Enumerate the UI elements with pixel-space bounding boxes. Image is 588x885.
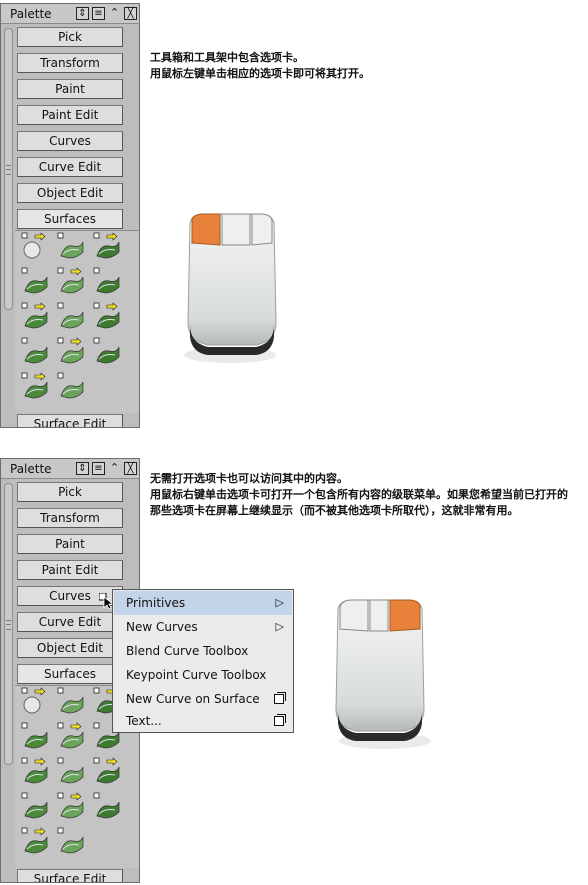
submenu-arrow-icon: ▷ — [275, 596, 284, 609]
instruction-line: 用鼠标左键单击相应的选项卡即可将其打开。 — [150, 67, 370, 80]
palette-scrollbar[interactable] — [4, 483, 13, 765]
loft-tool-icon[interactable] — [57, 232, 85, 260]
planar-tool-icon[interactable] — [93, 337, 121, 365]
collapse-icon[interactable]: ⌃ — [108, 462, 121, 475]
round-tool-icon[interactable] — [57, 372, 85, 400]
boundary-tool-icon[interactable] — [21, 302, 49, 330]
submenu-arrow-icon: ▷ — [275, 620, 284, 633]
draft-tool-icon[interactable] — [93, 302, 121, 330]
tab-curve-edit[interactable]: Curve Edit — [17, 612, 123, 632]
tab-object-edit[interactable]: Object Edit — [17, 183, 123, 203]
tab-curve-edit[interactable]: Curve Edit — [17, 157, 123, 177]
tab-paint-edit[interactable]: Paint Edit — [17, 560, 123, 580]
cascade-menu: Primitives ▷ New Curves ▷ Blend Curve Tool… — [112, 589, 294, 733]
collapse-icon[interactable]: ⌃ — [108, 7, 121, 20]
sphere-tool-icon[interactable] — [21, 687, 49, 715]
menu-item-keypoint-curve-toolbox[interactable]: Keypoint Curve Toolbox — [114, 663, 292, 687]
menu-item-new-curves[interactable]: New Curves ▷ — [114, 615, 292, 639]
palette-titlebar: Palette ⇕ ≡ ⌃ ╳ — [1, 4, 139, 24]
resize-icon[interactable]: ⇕ — [76, 462, 89, 475]
fillet-tool-icon[interactable] — [21, 792, 49, 820]
mouse-left-click-illustration — [172, 205, 282, 365]
list-icon[interactable]: ≡ — [92, 7, 105, 20]
close-icon[interactable]: ╳ — [124, 462, 137, 475]
tab-paint[interactable]: Paint — [17, 79, 123, 99]
skin-tool-icon[interactable] — [57, 267, 85, 295]
revolve-tool-icon[interactable] — [93, 232, 121, 260]
square-tool-icon[interactable] — [57, 757, 85, 785]
instruction-text-top: 工具箱和工具架中包含选项卡。 用鼠标左键单击相应的选项卡即可将其打开。 — [150, 50, 570, 82]
palette-scrollbar[interactable] — [4, 28, 13, 310]
menu-item-blend-curve-toolbox[interactable]: Blend Curve Toolbox — [114, 639, 292, 663]
resize-icon[interactable]: ⇕ — [76, 7, 89, 20]
palette-title: Palette — [10, 462, 52, 476]
offset-tool-icon[interactable] — [21, 827, 49, 855]
tab-surfaces[interactable]: Surfaces — [17, 664, 123, 684]
close-icon[interactable]: ╳ — [124, 7, 137, 20]
instruction-line: 用鼠标右键单击选项卡可打开一个包含所有内容的级联菜单。如果您希望当前已打开的那些… — [150, 488, 568, 517]
palette-title: Palette — [10, 7, 52, 21]
tab-pick[interactable]: Pick — [17, 482, 123, 502]
tab-surface-edit[interactable]: Surface Edit — [17, 869, 123, 882]
offset-tool-icon[interactable] — [21, 372, 49, 400]
planar-tool-icon[interactable] — [93, 792, 121, 820]
palette-titlebar: Palette ⇕ ≡ ⌃ ╳ — [1, 459, 139, 479]
extrude-tool-icon[interactable] — [21, 267, 49, 295]
draft-tool-icon[interactable] — [93, 757, 121, 785]
extrude-tool-icon[interactable] — [21, 722, 49, 750]
square-tool-icon[interactable] — [57, 302, 85, 330]
boundary-tool-icon[interactable] — [21, 757, 49, 785]
list-icon[interactable]: ≡ — [92, 462, 105, 475]
mouse-right-click-illustration — [330, 591, 440, 751]
round-tool-icon[interactable] — [57, 827, 85, 855]
tab-surfaces[interactable]: Surfaces — [17, 209, 123, 229]
rail-tool-icon[interactable] — [93, 267, 121, 295]
tab-transform[interactable]: Transform — [17, 508, 123, 528]
patch-tool-icon[interactable] — [57, 792, 85, 820]
instruction-line: 工具箱和工具架中包含选项卡。 — [150, 51, 304, 64]
cursor-icon — [98, 592, 115, 610]
skin-tool-icon[interactable] — [57, 722, 85, 750]
left-button-highlight — [191, 213, 221, 246]
tab-object-edit[interactable]: Object Edit — [17, 638, 123, 658]
option-box-icon[interactable] — [274, 714, 286, 726]
right-button-highlight — [389, 599, 421, 632]
palette-window-top: Palette ⇕ ≡ ⌃ ╳ Pick Transform Paint Pai… — [0, 3, 140, 428]
loft-tool-icon[interactable] — [57, 687, 85, 715]
tab-transform[interactable]: Transform — [17, 53, 123, 73]
instruction-line: 无需打开选项卡也可以访问其中的内容。 — [150, 472, 348, 485]
tab-surface-edit[interactable]: Surface Edit — [17, 414, 123, 427]
patch-tool-icon[interactable] — [57, 337, 85, 365]
option-box-icon[interactable] — [274, 692, 286, 704]
menu-item-new-curve-on-surface[interactable]: New Curve on Surface — [114, 687, 292, 711]
tab-pick[interactable]: Pick — [17, 27, 123, 47]
tab-paint[interactable]: Paint — [17, 534, 123, 554]
sphere-tool-icon[interactable] — [21, 232, 49, 260]
tab-curves[interactable]: Curves — [17, 131, 123, 151]
tab-paint-edit[interactable]: Paint Edit — [17, 105, 123, 125]
instruction-text-bottom: 无需打开选项卡也可以访问其中的内容。 用鼠标右键单击选项卡可打开一个包含所有内容… — [150, 471, 570, 519]
menu-item-text[interactable]: Text... — [114, 709, 292, 733]
fillet-tool-icon[interactable] — [21, 337, 49, 365]
menu-item-primitives[interactable]: Primitives ▷ — [114, 591, 292, 615]
